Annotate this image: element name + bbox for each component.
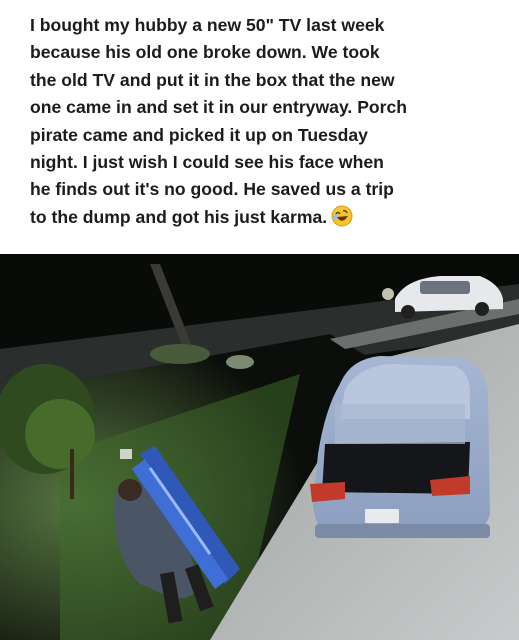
caption-line: night. I just wish I could see his face … [30,152,384,173]
rolling-laughing-emoji-icon [331,205,353,227]
caption-line: the old TV and put it in the box that th… [30,69,395,90]
caption-line: to the dump and got his just karma. [30,206,328,227]
caption-line: one came in and set it in our entryway. … [30,97,408,118]
caption-line: he finds out it's no good. He saved us a… [30,179,394,200]
night-porch-scene [0,254,519,640]
post-caption: I bought my hubby a new 50" TV last week… [30,12,500,231]
caption-line: because his old one broke down. We took [30,42,380,63]
security-camera-photo [0,254,519,640]
meme-post: I bought my hubby a new 50" TV last week… [0,0,519,640]
caption-line: pirate came and picked it up on Tuesday [30,124,368,145]
caption-last-line: to the dump and got his just karma. [30,204,500,231]
caption-line: I bought my hubby a new 50" TV last week [30,15,385,35]
